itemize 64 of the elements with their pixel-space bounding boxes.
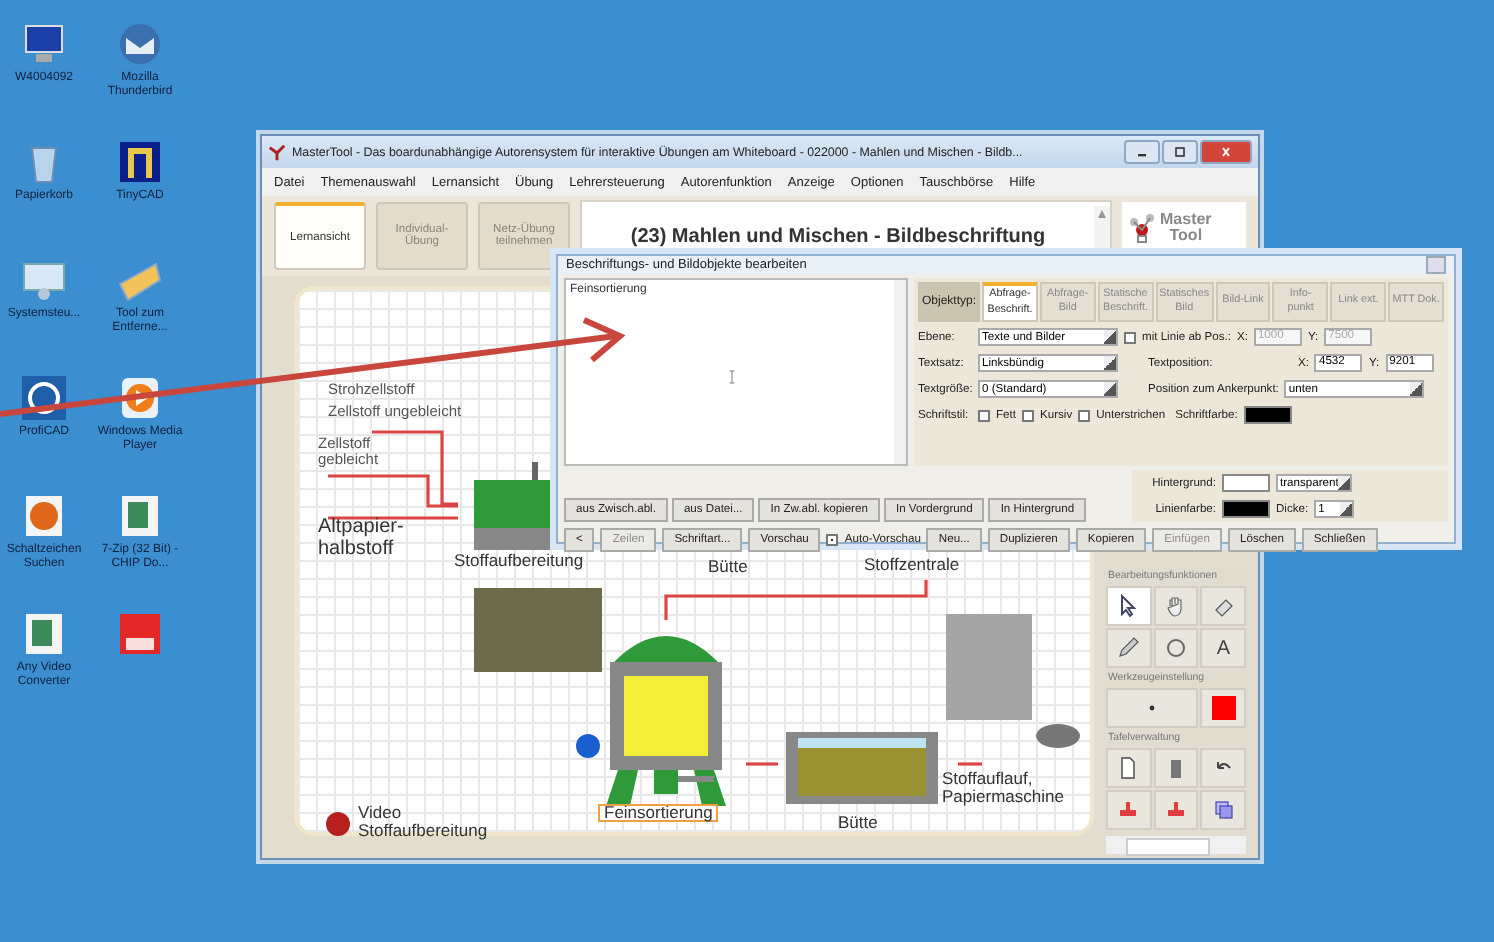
diagram-label[interactable]: Stoffaufbereitung <box>454 552 614 571</box>
color-picker[interactable] <box>1200 688 1246 728</box>
diagram-label[interactable]: Stoffzentrale <box>864 556 1004 575</box>
eraser-icon <box>1211 594 1236 618</box>
app-logo-icon <box>268 143 286 161</box>
stamp-button[interactable] <box>1153 790 1199 830</box>
monitor-icon[interactable] <box>20 20 68 68</box>
diagram-label[interactable]: Feinsortierung <box>598 804 719 822</box>
diagram-label[interactable]: Bütte <box>838 814 918 833</box>
logo-text: Tool <box>1169 228 1203 244</box>
document-icon[interactable] <box>20 610 68 658</box>
diagram-label[interactable]: Altpapier-halbstoff <box>318 516 414 560</box>
logo-network-icon <box>1128 212 1156 244</box>
text-tool[interactable]: A <box>1200 628 1246 668</box>
cursor-icon <box>1116 594 1141 618</box>
maximize-icon <box>1170 146 1190 158</box>
font-color-swatch[interactable] <box>1243 406 1292 424</box>
circle-icon <box>1163 636 1188 660</box>
dot-size-control[interactable] <box>1106 688 1198 728</box>
close-icon <box>1216 146 1236 158</box>
document-icon[interactable] <box>116 492 164 540</box>
pen-tool[interactable] <box>1106 628 1152 668</box>
stamp-button[interactable] <box>1106 790 1152 830</box>
diagram-label[interactable]: Video Stoffaufbereitung <box>358 804 502 842</box>
copy-pages-icon <box>1211 798 1236 822</box>
scrollbar[interactable] <box>894 280 906 464</box>
copy-button[interactable] <box>1200 790 1246 830</box>
delete-button[interactable] <box>1153 748 1199 788</box>
checkbox[interactable] <box>978 409 990 421</box>
video-link-icon[interactable] <box>326 812 350 836</box>
mail-icon[interactable] <box>116 20 164 68</box>
page-icon <box>1116 756 1141 780</box>
background-color-swatch[interactable] <box>1222 474 1270 492</box>
hand-icon <box>1163 594 1188 618</box>
up-arrow-icon <box>1094 206 1110 222</box>
checkbox[interactable] <box>1078 409 1091 421</box>
pointer-tool[interactable] <box>1106 586 1152 626</box>
line-color-swatch[interactable] <box>1222 500 1270 518</box>
diagram-label[interactable]: Bütte <box>708 558 788 577</box>
browser-icon[interactable] <box>20 492 68 540</box>
shape-tool[interactable] <box>1153 628 1199 668</box>
text-cursor-icon <box>726 368 738 386</box>
diagram-label[interactable]: Stoffauflauf, Papiermaschine <box>942 770 1098 808</box>
cad-icon[interactable] <box>116 138 164 186</box>
checkbox[interactable] <box>826 534 839 546</box>
new-page-button[interactable] <box>1106 748 1152 788</box>
source-badge-icon[interactable] <box>1036 724 1080 748</box>
pipe-line <box>328 516 458 520</box>
info-badge-icon[interactable] <box>576 734 600 758</box>
pipe-line <box>958 762 982 766</box>
undo-button[interactable] <box>1200 748 1246 788</box>
pen-icon <box>1116 636 1141 660</box>
photo-placeholder <box>946 614 1032 720</box>
photo-placeholder <box>474 588 602 672</box>
pipe-line <box>746 762 778 766</box>
stamp-icon <box>1116 798 1141 822</box>
maximize-button[interactable] <box>1162 140 1198 164</box>
scrollbar[interactable] <box>1106 836 1246 854</box>
eraser-tool[interactable] <box>1200 586 1246 626</box>
stamp-icon <box>1163 798 1188 822</box>
app-icon[interactable] <box>116 610 164 658</box>
logo-text: Master <box>1160 212 1212 228</box>
close-button[interactable] <box>1200 140 1252 164</box>
checkbox[interactable] <box>1022 409 1034 421</box>
